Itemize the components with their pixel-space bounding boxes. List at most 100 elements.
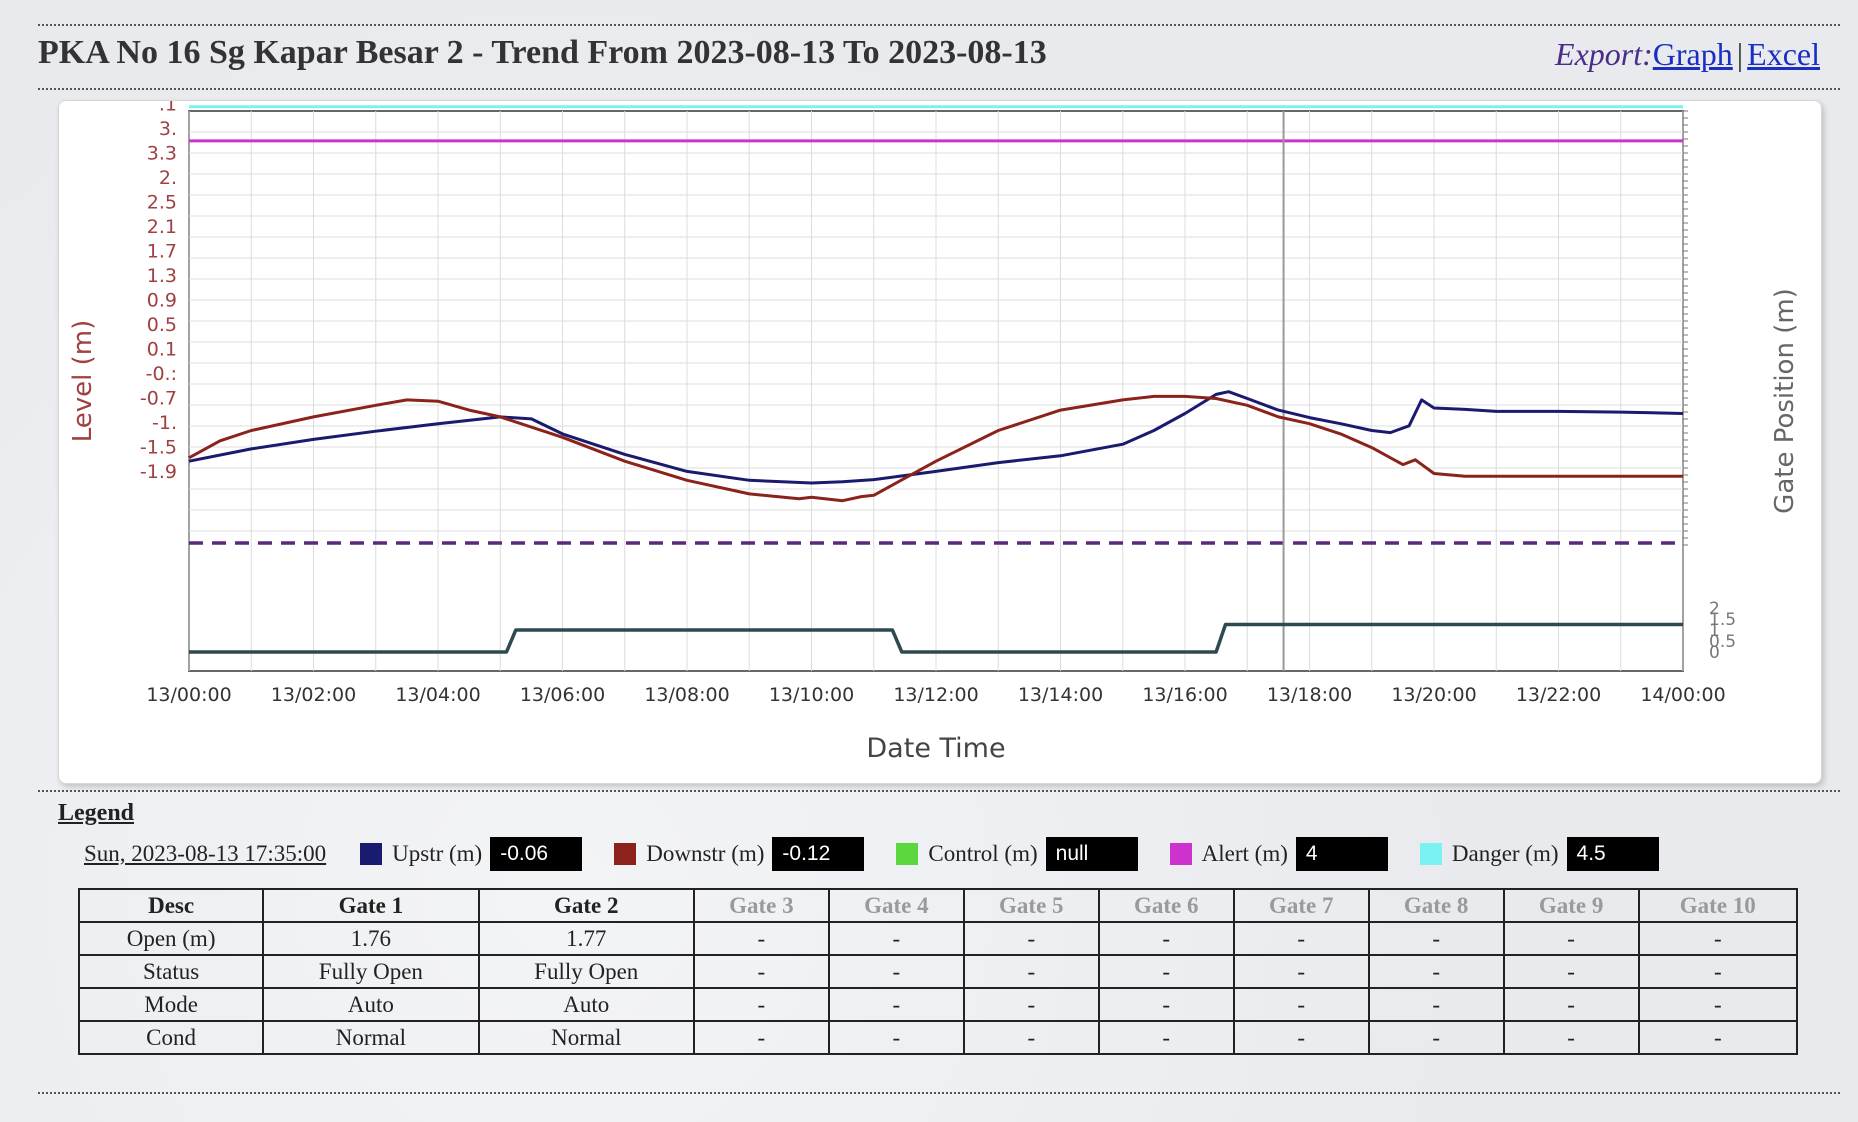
trend-chart[interactable]: 13/00:00 13/02:00 13/04:00 13/06:00 13/08:00… <box>58 100 1822 784</box>
top-divider <box>38 24 1840 26</box>
table-cell: - <box>692 921 830 956</box>
table-cell: - <box>1637 954 1799 989</box>
x-tick-label: 13/02:00 <box>271 684 356 706</box>
table-cell: - <box>962 954 1100 989</box>
trend-chart-svg[interactable]: 13/00:00 13/02:00 13/04:00 13/06:00 13/08:00… <box>59 101 1821 783</box>
legend-swatch <box>614 843 637 865</box>
table-cell: - <box>827 1020 965 1055</box>
y-tick-label: 1.3 <box>147 265 177 287</box>
legend-timestamp[interactable]: Sun, 2023-08-13 17:35:00 <box>84 841 326 867</box>
table-cell: - <box>827 987 965 1022</box>
table-cell: Fully Open <box>477 954 695 989</box>
table-header-cell: Gate 8 <box>1367 888 1505 923</box>
table-cell: - <box>1097 954 1235 989</box>
legend-label: Upstr (m) <box>392 841 483 866</box>
y-tick-label: 3.3 <box>147 143 177 165</box>
table-cell: - <box>692 987 830 1022</box>
x-tick-label: 13/18:00 <box>1267 684 1352 706</box>
legend-label: Control (m) <box>928 841 1038 866</box>
x-tick-label: 13/12:00 <box>893 684 978 706</box>
legend-label: Danger (m) <box>1451 841 1559 866</box>
table-cell: - <box>692 954 830 989</box>
x-tick-label: 13/14:00 <box>1018 684 1103 706</box>
table-row: Cond Normal Normal - - - - - - - - <box>77 1020 1799 1055</box>
table-header-cell: Gate 10 <box>1637 888 1799 923</box>
table-header-cell: Gate 5 <box>962 888 1100 923</box>
x-tick-label: 13/22:00 <box>1516 684 1601 706</box>
x-tick-label: 13/06:00 <box>520 684 605 706</box>
table-cell: - <box>1502 987 1640 1022</box>
table-cell: - <box>1232 954 1370 989</box>
table-cell: 1.76 <box>262 921 480 956</box>
table-header-cell: Desc <box>77 888 265 923</box>
y2-axis-title: Gate Position (m) <box>1770 288 1800 514</box>
y-tick-label: 1.7 <box>147 241 177 263</box>
legend-item-0: Upstr (m) -0.06 <box>360 837 583 871</box>
table-cell: - <box>1367 987 1505 1022</box>
table-cell: - <box>1637 921 1799 956</box>
table-row: Open (m) 1.76 1.77- - - - - - - - <box>77 921 1799 956</box>
table-header-cell: Gate 1 <box>262 888 480 923</box>
export-label: Export: <box>1555 36 1653 72</box>
table-cell: Normal <box>477 1020 695 1055</box>
y-tick-label: 0.5 <box>147 314 177 336</box>
table-cell: - <box>1367 1020 1505 1055</box>
legend-label: Alert (m) <box>1201 841 1288 866</box>
x-tick-label: 13/00:00 <box>146 684 231 706</box>
legend-value: -0.06 <box>490 837 583 871</box>
x-tick-label: 13/08:00 <box>644 684 729 706</box>
legend-swatch <box>360 843 383 865</box>
table-cell: - <box>1637 1020 1799 1055</box>
y-tick-label: .1 <box>159 101 177 116</box>
table-header-cell: Gate 2 <box>477 888 695 923</box>
bottom-divider <box>38 1092 1840 1094</box>
table-cell: Status <box>77 954 265 989</box>
legend-item-2: Control (m) null <box>896 837 1138 871</box>
legend-row: Sun, 2023-08-13 17:35:00 Upstr (m) -0.06 D… <box>84 836 1691 872</box>
table-row: Status Fully Open Fully Open - - - - - - - - <box>77 954 1799 989</box>
y-tick-label: 0.1 <box>147 339 177 361</box>
y-tick-label: 2.1 <box>147 216 177 238</box>
export-graph-link[interactable]: Graph <box>1653 36 1733 72</box>
y-tick-label: 2.5 <box>147 192 177 214</box>
table-cell: - <box>692 1020 830 1055</box>
x-tick-label: 13/04:00 <box>395 684 480 706</box>
y-tick-label: -1. <box>152 412 177 434</box>
legend-swatch <box>1419 843 1442 865</box>
export-excel-link[interactable]: Excel <box>1747 36 1820 72</box>
legend-value: 4 <box>1295 837 1388 871</box>
table-cell: - <box>827 921 965 956</box>
x-axis-title: Date Time <box>866 733 1005 764</box>
page-title: PKA No 16 Sg Kapar Besar 2 - Trend From … <box>38 34 1047 71</box>
table-cell: - <box>1367 954 1505 989</box>
table-header-cell: Gate 9 <box>1502 888 1640 923</box>
x-tick-label: 13/10:00 <box>769 684 854 706</box>
y2-tick-label: 2 <box>1709 599 1720 619</box>
table-cell: - <box>962 987 1100 1022</box>
y-tick-label: -0.7 <box>140 388 177 410</box>
table-cell: - <box>1232 1020 1370 1055</box>
legend-title: Legend <box>58 800 135 826</box>
table-header-cell: Gate 3 <box>692 888 830 923</box>
y-tick-label: 2. <box>159 167 177 189</box>
table-cell: - <box>1502 921 1640 956</box>
table-cell: - <box>1097 921 1235 956</box>
legend-swatch <box>896 843 919 865</box>
table-cell: Normal <box>262 1020 480 1055</box>
table-row: Mode Auto Auto - - - - - - - - <box>77 987 1799 1022</box>
table-cell: - <box>1637 987 1799 1022</box>
legend-swatch <box>1169 843 1192 865</box>
table-cell: 1.77 <box>477 921 695 956</box>
table-header-cell: Gate 4 <box>827 888 965 923</box>
export-links: Export:Graph | Excel <box>1555 36 1820 73</box>
y-tick-label: 0.9 <box>147 290 177 312</box>
table-cell: - <box>827 954 965 989</box>
legend-item-4: Danger (m) 4.5 <box>1419 837 1659 871</box>
y-tick-label: 3. <box>159 118 177 140</box>
table-cell: Auto <box>262 987 480 1022</box>
table-cell: - <box>1502 954 1640 989</box>
table-cell: - <box>962 921 1100 956</box>
y-tick-label: -1.9 <box>140 461 177 483</box>
legend-label: Downstr (m) <box>646 841 765 866</box>
table-cell: Mode <box>77 987 265 1022</box>
